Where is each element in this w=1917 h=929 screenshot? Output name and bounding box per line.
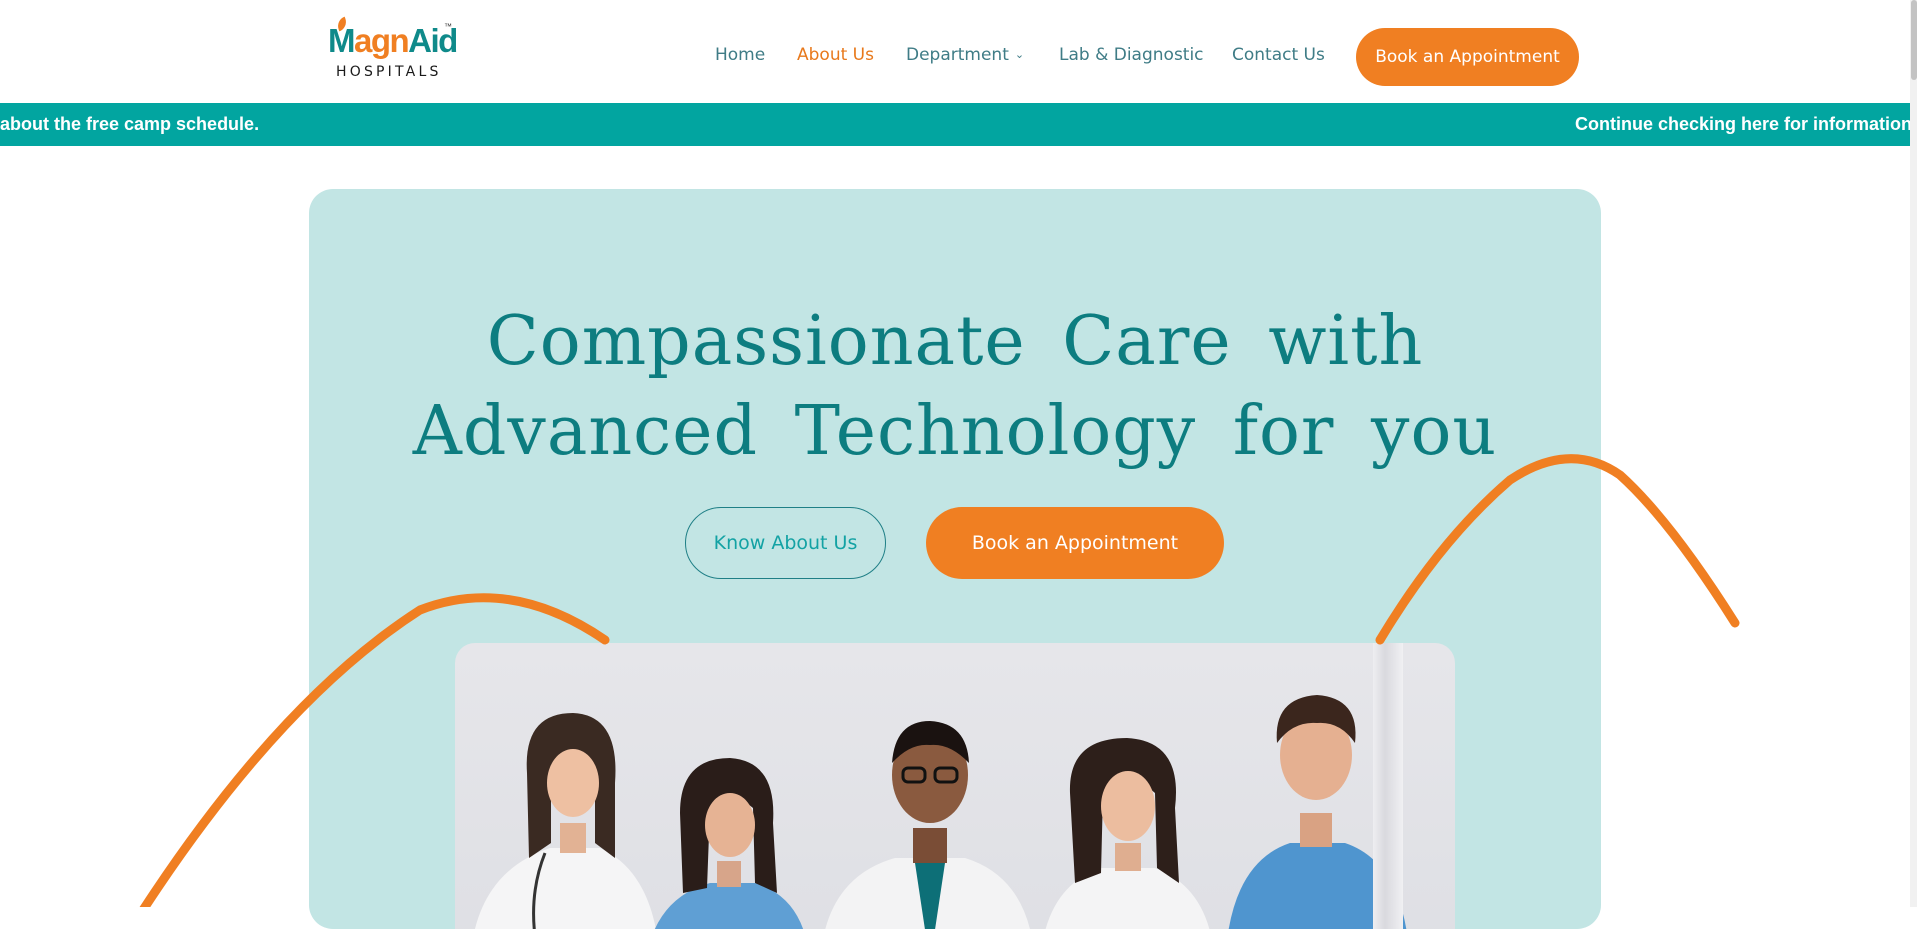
announcement-ticker: about the free camp schedule. Continue c… (0, 103, 1910, 146)
nav-lab-diagnostic[interactable]: Lab & Diagnostic (1059, 45, 1204, 65)
header-book-appointment-button[interactable]: Book an Appointment (1356, 28, 1579, 86)
hero-title-line2: Advanced Technology for you (412, 392, 1498, 471)
site-header: MagnAid ™ HOSPITALS Home About Us Depart… (0, 0, 1917, 103)
page-scrollbar-track[interactable] (1910, 0, 1917, 907)
nav-about-us[interactable]: About Us (797, 45, 874, 65)
ticker-text-left: about the free camp schedule. (0, 114, 260, 134)
doctors-illustration (475, 695, 1407, 929)
photo-background-door (1373, 643, 1403, 929)
doctor-2-figure (654, 758, 804, 929)
doctor-1-figure (475, 713, 656, 929)
team-of-doctors-photo (455, 643, 1455, 929)
nav-department[interactable]: Department ⌄ (906, 45, 1024, 65)
nav-department-label: Department (906, 45, 1009, 65)
page-scrollbar-thumb[interactable] (1911, 0, 1917, 80)
nav-contact-us[interactable]: Contact Us (1232, 45, 1325, 65)
doctor-3-figure (825, 721, 1030, 929)
hero-title-line1: Compassionate Care with (486, 302, 1424, 381)
know-about-us-button[interactable]: Know About Us (685, 507, 886, 579)
chevron-down-icon: ⌄ (1014, 48, 1025, 61)
trademark-symbol: ™ (444, 22, 452, 31)
nav-home[interactable]: Home (715, 45, 765, 65)
hero-title: Compassionate Care with Advanced Technol… (309, 297, 1601, 477)
ticker-text-right: Continue checking here for information (1575, 114, 1910, 134)
main-nav: Home About Us Department ⌄ Lab & Diagnost… (0, 45, 1917, 71)
hero-section: Compassionate Care with Advanced Technol… (309, 189, 1601, 929)
hero-book-appointment-button[interactable]: Book an Appointment (926, 507, 1224, 579)
doctor-4-figure (1045, 738, 1210, 929)
